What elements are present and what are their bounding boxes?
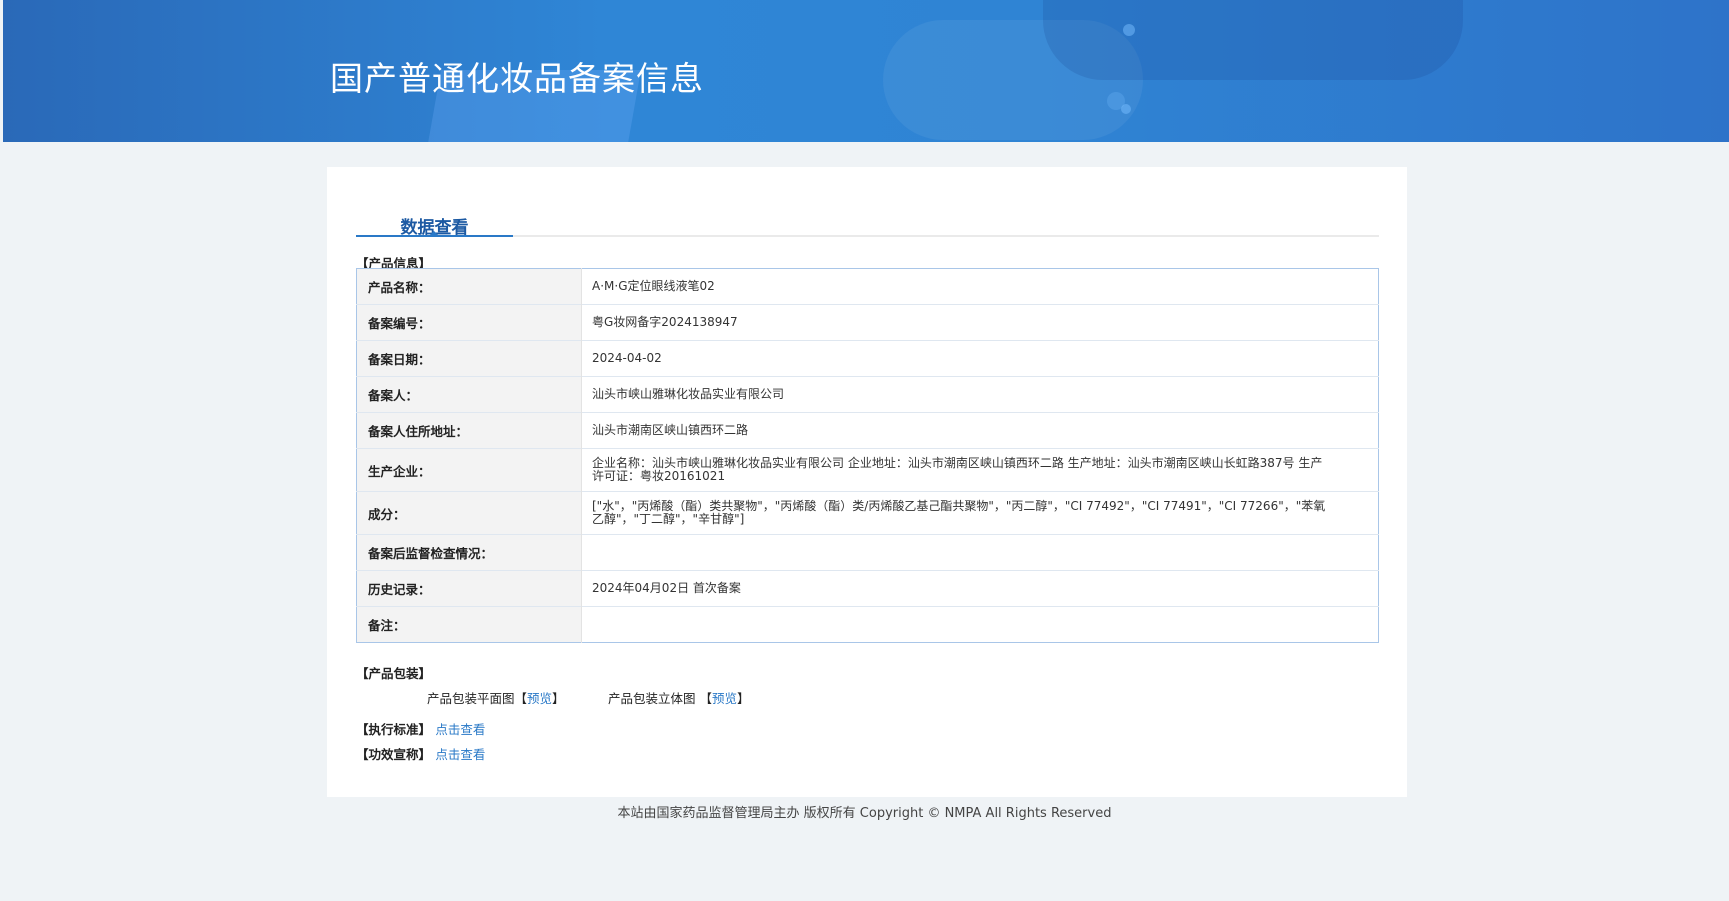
banner-decoration: [1043, 0, 1463, 80]
efficacy-row: 【功效宣称】 点击查看: [356, 744, 485, 763]
row-value: A·M·G定位眼线液笔02: [592, 279, 715, 293]
row-label: 备案编号：: [356, 304, 582, 341]
row-label: 备案后监督检查情况：: [356, 534, 582, 571]
packaging-heading: 【产品包装】: [356, 666, 432, 681]
row-value: [581, 534, 1379, 571]
row-label: 成分：: [356, 491, 582, 535]
row-label: 生产企业：: [356, 448, 582, 492]
efficacy-view-link[interactable]: 点击查看: [435, 747, 485, 762]
table-row: 备注：: [356, 606, 1379, 643]
row-label: 历史记录：: [356, 570, 582, 607]
row-value: 2024年04月02日 首次备案: [581, 570, 1379, 607]
row-value-cell: ["水"，"丙烯酸（酯）类共聚物"，"丙烯酸（酯）类/丙烯酸乙基己酯共聚物"，"…: [581, 491, 1379, 535]
row-label: 备案日期：: [356, 340, 582, 377]
standard-row: 【执行标准】 点击查看: [356, 719, 485, 738]
row-value: 2024-04-02: [581, 340, 1379, 377]
bracket: 【: [514, 691, 528, 706]
bracket: 【: [699, 691, 713, 706]
row-value-cell: 企业名称：汕头市峡山雅琳化妆品实业有限公司 企业地址：汕头市潮南区峡山镇西环二路…: [581, 448, 1379, 492]
solid-package-item: 产品包装立体图 【预览】: [608, 688, 750, 707]
flat-package-preview-link[interactable]: 预览: [527, 691, 552, 706]
efficacy-label: 【功效宣称】: [356, 747, 432, 762]
bracket: 】: [552, 691, 565, 706]
solid-package-label: 产品包装立体图: [608, 691, 696, 706]
row-value: ["水"，"丙烯酸（酯）类共聚物"，"丙烯酸（酯）类/丙烯酸乙基己酯共聚物"，"…: [592, 499, 1326, 526]
row-value: 汕头市潮南区峡山镇西环二路: [581, 412, 1379, 449]
row-value: 粤G妆网备字2024138947: [581, 304, 1379, 341]
table-row: 备案日期： 2024-04-02: [356, 340, 1379, 377]
row-label: 备注：: [356, 606, 582, 643]
row-value: 汕头市峡山雅琳化妆品实业有限公司: [581, 376, 1379, 413]
banner-dot: [1123, 24, 1135, 36]
tab-caret-icon: [428, 231, 440, 237]
page-title: 国产普通化妆品备案信息: [330, 59, 704, 98]
flat-package-label: 产品包装平面图: [427, 691, 515, 706]
standard-view-link[interactable]: 点击查看: [435, 722, 485, 737]
bracket: 】: [737, 691, 750, 706]
table-row: 备案人住所地址： 汕头市潮南区峡山镇西环二路: [356, 412, 1379, 449]
table-row: 备案后监督检查情况：: [356, 534, 1379, 571]
table-row: 历史记录： 2024年04月02日 首次备案: [356, 570, 1379, 607]
row-label: 产品名称：: [356, 268, 582, 305]
standard-label: 【执行标准】: [356, 722, 432, 737]
product-info-table: 产品名称： A·M·G定位眼线液笔02 备案编号： 粤G妆网备字20241389…: [356, 268, 1379, 643]
table-row: 生产企业： 企业名称：汕头市峡山雅琳化妆品实业有限公司 企业地址：汕头市潮南区峡…: [356, 448, 1379, 492]
content-card: 数据查看 【产品信息】 产品名称： A·M·G定位眼线液笔02 备案编号： 粤G…: [327, 167, 1407, 797]
tab-bar: 数据查看: [356, 207, 1379, 238]
table-row: 备案编号： 粤G妆网备字2024138947: [356, 304, 1379, 341]
row-value: 企业名称：汕头市峡山雅琳化妆品实业有限公司 企业地址：汕头市潮南区峡山镇西环二路…: [592, 456, 1323, 483]
tab-data-view[interactable]: 数据查看: [356, 207, 513, 238]
table-row: 备案人： 汕头市峡山雅琳化妆品实业有限公司: [356, 376, 1379, 413]
header-banner: 国产普通化妆品备案信息: [3, 0, 1729, 142]
table-row: 成分： ["水"，"丙烯酸（酯）类共聚物"，"丙烯酸（酯）类/丙烯酸乙基己酯共聚…: [356, 491, 1379, 535]
table-row: 产品名称： A·M·G定位眼线液笔02: [356, 268, 1379, 305]
row-label: 备案人住所地址：: [356, 412, 582, 449]
row-label: 备案人：: [356, 376, 582, 413]
banner-dot: [1107, 92, 1125, 110]
flat-package-item: 产品包装平面图【预览】: [427, 688, 565, 707]
footer-copyright: 本站由国家药品监督管理局主办 版权所有 Copyright © NMPA All…: [617, 806, 1112, 821]
solid-package-preview-link[interactable]: 预览: [712, 691, 737, 706]
row-value: [581, 606, 1379, 643]
